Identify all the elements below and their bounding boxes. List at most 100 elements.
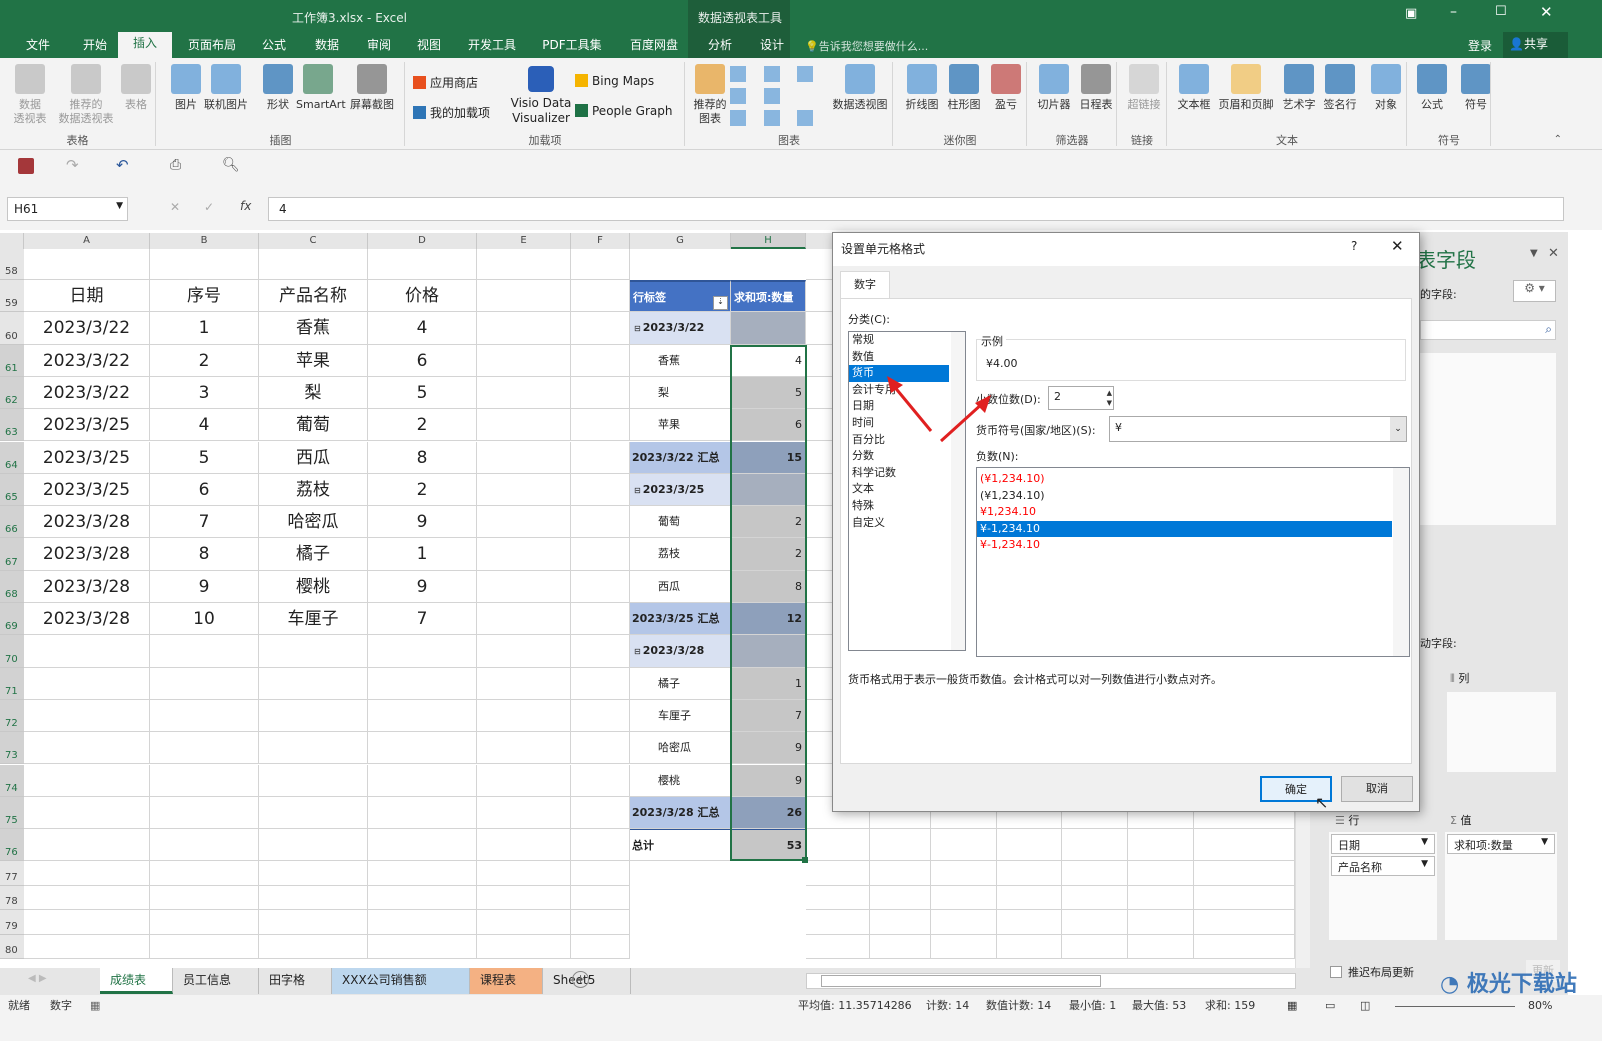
pivot-row-label[interactable]: 2023/3/28 汇总: [630, 796, 731, 830]
table-cell[interactable]: 1: [368, 538, 477, 571]
cell[interactable]: [571, 764, 630, 797]
row-header-67[interactable]: 67: [0, 538, 24, 571]
cell[interactable]: [997, 861, 1062, 886]
cell[interactable]: [477, 699, 571, 733]
cell[interactable]: [806, 885, 870, 911]
cell[interactable]: [150, 861, 259, 886]
cell[interactable]: [870, 934, 931, 960]
pivot-value[interactable]: 53: [731, 829, 806, 862]
cell[interactable]: [571, 441, 630, 474]
cell[interactable]: [931, 829, 997, 862]
table-cell[interactable]: 7: [368, 603, 477, 636]
cell[interactable]: [259, 885, 368, 911]
ribbon-button-20[interactable]: 对象: [1364, 64, 1408, 112]
visio-button[interactable]: Visio Data Visualizer: [510, 66, 572, 126]
row-header-58[interactable]: 58: [0, 249, 24, 280]
rows-area[interactable]: 日期 ▼ 产品名称 ▼: [1329, 832, 1437, 940]
row-header-71[interactable]: 71: [0, 667, 24, 700]
cell[interactable]: [24, 885, 150, 911]
table-cell[interactable]: 2023/3/25: [24, 441, 150, 474]
ribbon-button-5[interactable]: 形状: [256, 64, 300, 112]
macro-record-icon[interactable]: ▦: [90, 995, 100, 1017]
cell[interactable]: [571, 409, 630, 442]
table-cell[interactable]: 樱桃: [259, 570, 368, 603]
addin-people[interactable]: People Graph: [575, 104, 673, 118]
row-header-65[interactable]: 65: [0, 473, 24, 507]
tab-7[interactable]: 视图: [406, 34, 452, 58]
ribbon-button-16[interactable]: 文本框: [1172, 64, 1216, 112]
cell[interactable]: [477, 861, 571, 886]
ribbon-button-19[interactable]: 签名行: [1318, 64, 1362, 112]
sheet-tab-3[interactable]: XXX公司销售额: [332, 968, 470, 994]
cell[interactable]: [571, 732, 630, 765]
table-cell[interactable]: 2: [150, 344, 259, 377]
normal-view-icon[interactable]: ▦: [1287, 995, 1297, 1017]
field-search-input[interactable]: ⌕: [1420, 320, 1556, 340]
pivot-value[interactable]: 5: [731, 376, 806, 410]
pane-close-icon[interactable]: ✕: [1548, 246, 1559, 261]
cell[interactable]: [259, 699, 368, 733]
row-header-74[interactable]: 74: [0, 764, 24, 797]
cell[interactable]: [571, 376, 630, 410]
cell[interactable]: [24, 861, 150, 886]
cell[interactable]: [870, 829, 931, 862]
cell[interactable]: [1062, 861, 1128, 886]
column-header-G[interactable]: G: [630, 233, 731, 249]
pivot-row-label[interactable]: 葡萄: [630, 506, 731, 539]
cell[interactable]: [1194, 861, 1295, 886]
pie-chart-icon[interactable]: [730, 110, 746, 126]
cell[interactable]: [571, 635, 630, 668]
table-cell[interactable]: 葡萄: [259, 409, 368, 442]
cell[interactable]: [477, 910, 571, 935]
fill-handle[interactable]: [802, 857, 808, 864]
cell[interactable]: [806, 910, 870, 935]
cell[interactable]: [477, 934, 571, 960]
pivot-value[interactable]: 7: [731, 699, 806, 733]
cell[interactable]: [477, 667, 571, 700]
defer-checkbox[interactable]: [1330, 966, 1342, 978]
pivot-row-label[interactable]: 樱桃: [630, 764, 731, 797]
sheet-tab-2[interactable]: 田字格: [259, 968, 332, 994]
cell[interactable]: [259, 861, 368, 886]
cell[interactable]: [931, 934, 997, 960]
cell[interactable]: [259, 934, 368, 960]
cell[interactable]: [150, 249, 259, 280]
cell[interactable]: [24, 796, 150, 830]
cell[interactable]: [477, 885, 571, 911]
tab-11[interactable]: 分析: [700, 34, 740, 58]
pivot-value[interactable]: 2: [731, 538, 806, 571]
cell[interactable]: [571, 280, 630, 313]
cell[interactable]: [259, 829, 368, 862]
table-cell[interactable]: 6: [368, 344, 477, 377]
table-cell[interactable]: 5: [150, 441, 259, 474]
addin-my_addins[interactable]: 我的加载项: [413, 104, 490, 121]
cell[interactable]: [368, 934, 477, 960]
close-icon[interactable]: ✕: [1540, 3, 1553, 21]
cell[interactable]: [150, 667, 259, 700]
scroll-left-icon[interactable]: ◀ ▶: [28, 973, 47, 984]
row-header-59[interactable]: 59: [0, 280, 24, 313]
ribbon-button-3[interactable]: 图片: [164, 64, 208, 112]
cell[interactable]: [477, 538, 571, 571]
row-header-68[interactable]: 68: [0, 570, 24, 603]
cell[interactable]: [259, 635, 368, 668]
column-header-H[interactable]: H: [731, 233, 806, 249]
cell[interactable]: [477, 506, 571, 539]
insert-function-icon[interactable]: fx: [240, 199, 251, 213]
sheet-tab-1[interactable]: 员工信息: [173, 968, 259, 994]
column-header-F[interactable]: F: [571, 233, 630, 249]
gear-icon[interactable]: ⚙ ▾: [1513, 280, 1556, 302]
cell[interactable]: [24, 764, 150, 797]
cell[interactable]: [571, 603, 630, 636]
tab-12[interactable]: 设计: [752, 34, 792, 58]
table-cell[interactable]: 2: [368, 473, 477, 507]
cell[interactable]: [368, 667, 477, 700]
ribbon-button-7[interactable]: 屏幕截图: [350, 64, 394, 112]
row-header-75[interactable]: 75: [0, 796, 24, 830]
ribbon-button-14[interactable]: 日程表: [1074, 64, 1118, 112]
table-cell[interactable]: 2023/3/28: [24, 506, 150, 539]
cell[interactable]: [368, 732, 477, 765]
cell[interactable]: [24, 934, 150, 960]
cell[interactable]: [571, 473, 630, 507]
table-cell[interactable]: 2: [368, 409, 477, 442]
